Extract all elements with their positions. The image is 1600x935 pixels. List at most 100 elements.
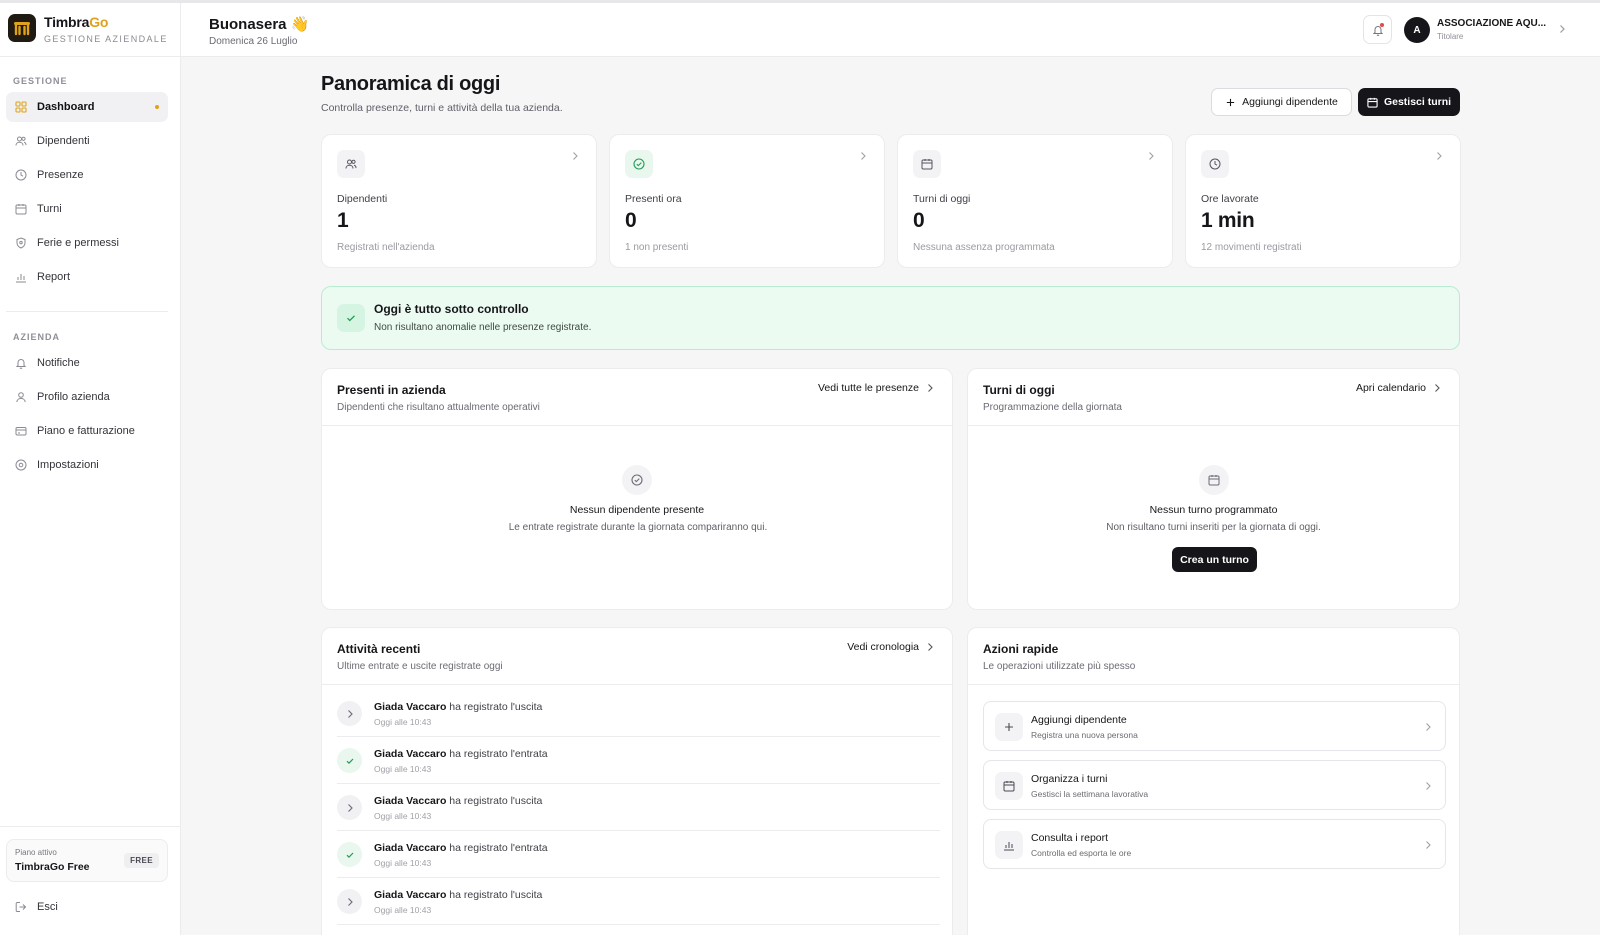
stat-value: 0 bbox=[625, 209, 637, 232]
empty-subtitle: Non risultano turni inseriti per la gior… bbox=[1106, 522, 1321, 533]
activity-time: Oggi alle 10:43 bbox=[374, 858, 432, 868]
brand-subtitle: GESTIONE AZIENDALE bbox=[44, 34, 168, 44]
empty-title: Nessun turno programmato bbox=[1149, 504, 1278, 516]
chevron-right-icon bbox=[337, 889, 362, 914]
notifications-button[interactable] bbox=[1363, 15, 1392, 44]
link-label: Vedi tutte le presenze bbox=[818, 382, 919, 394]
chevron-right-icon bbox=[861, 152, 866, 160]
add-employee-button[interactable]: Aggiungi dipendente bbox=[1211, 88, 1352, 116]
stat-card-turni[interactable]: Turni di oggi 0 Nessuna assenza programm… bbox=[897, 134, 1173, 268]
sidebar-item-report[interactable]: Report bbox=[6, 262, 168, 292]
sidebar-item-dipendenti[interactable]: Dipendenti bbox=[6, 126, 168, 156]
sidebar-item-label: Dipendenti bbox=[37, 135, 90, 147]
sidebar: TimbraGo GESTIONE AZIENDALE GESTIONE Das… bbox=[0, 3, 181, 935]
plus-icon bbox=[995, 713, 1023, 741]
logo bbox=[8, 14, 36, 42]
nav-section-azienda: AZIENDA bbox=[13, 332, 60, 342]
chevron-right-icon[interactable] bbox=[1556, 23, 1568, 35]
check-circle-icon bbox=[625, 150, 653, 178]
chevron-right-icon bbox=[928, 384, 933, 392]
active-dot bbox=[155, 105, 159, 109]
stat-sub: 12 movimenti registrati bbox=[1201, 242, 1302, 253]
greeting: Buonasera 👋 bbox=[209, 16, 310, 33]
page-subtitle: Controlla presenze, turni e attività del… bbox=[321, 102, 563, 114]
activity-time: Oggi alle 10:43 bbox=[374, 811, 432, 821]
empty-subtitle: Le entrate registrate durante la giornat… bbox=[508, 522, 768, 533]
activity-row: Giada Vaccaro ha registrato l'uscita Ogg… bbox=[337, 785, 940, 831]
top-header: Buonasera 👋 Domenica 26 Luglio A ASSOCIA… bbox=[181, 3, 1600, 57]
chevron-right-icon bbox=[573, 152, 578, 160]
chevron-right-icon bbox=[1426, 723, 1431, 731]
quick-action-reports[interactable]: Consulta i report Controlla ed esporta l… bbox=[983, 819, 1446, 869]
see-history-link[interactable]: Vedi cronologia bbox=[847, 641, 935, 653]
calendar-icon bbox=[995, 772, 1023, 800]
activity-time: Oggi alle 10:43 bbox=[374, 764, 432, 774]
users-icon bbox=[15, 135, 27, 147]
panel-title: Presenti in azienda bbox=[337, 383, 446, 397]
manage-shifts-label: Gestisci turni bbox=[1383, 96, 1452, 108]
panel-title: Azioni rapide bbox=[983, 642, 1059, 656]
quick-actions-panel: Azioni rapide Le operazioni utilizzate p… bbox=[967, 627, 1460, 935]
check-icon bbox=[337, 842, 362, 867]
sidebar-item-impostazioni[interactable]: Impostazioni bbox=[6, 450, 168, 480]
sidebar-item-piano[interactable]: Piano e fatturazione bbox=[6, 416, 168, 446]
sidebar-item-label: Report bbox=[37, 271, 71, 283]
activity-text: Giada Vaccaro ha registrato l'entrata bbox=[374, 842, 548, 854]
stat-value: 1 min bbox=[1201, 209, 1255, 232]
plan-card[interactable]: Piano attivo TimbraGo Free FREE bbox=[6, 839, 168, 882]
quick-action-title: Organizza i turni bbox=[1031, 773, 1108, 785]
activity-text: Giada Vaccaro ha registrato l'uscita bbox=[374, 889, 543, 901]
stat-label: Presenti ora bbox=[625, 193, 682, 205]
banner-title: Oggi è tutto sotto controllo bbox=[374, 302, 529, 316]
logout-button[interactable]: Esci bbox=[15, 901, 58, 913]
quick-action-add-employee[interactable]: Aggiungi dipendente Registra una nuova p… bbox=[983, 701, 1446, 751]
stat-card-ore[interactable]: Ore lavorate 1 min 12 movimenti registra… bbox=[1185, 134, 1461, 268]
activity-row: Giada Vaccaro ha registrato l'entrata Og… bbox=[337, 738, 940, 784]
sidebar-item-label: Profilo azienda bbox=[37, 391, 110, 403]
create-shift-button[interactable]: Crea un turno bbox=[1172, 547, 1257, 572]
status-banner: Oggi è tutto sotto controllo Non risulta… bbox=[321, 286, 1460, 350]
stat-sub: Nessuna assenza programmata bbox=[913, 242, 1055, 253]
manage-shifts-button[interactable]: Gestisci turni bbox=[1358, 88, 1460, 116]
credit-card-icon bbox=[15, 425, 27, 437]
quick-action-title: Consulta i report bbox=[1031, 832, 1109, 844]
activity-row: Giada Vaccaro ha registrato l'uscita Ogg… bbox=[337, 879, 940, 925]
org-name[interactable]: ASSOCIAZIONE AQU... bbox=[1437, 18, 1546, 29]
bar-chart-icon bbox=[15, 271, 27, 283]
sidebar-item-dashboard[interactable]: Dashboard bbox=[6, 92, 168, 122]
users-icon bbox=[337, 150, 365, 178]
stat-card-dipendenti[interactable]: Dipendenti 1 Registrati nell'azienda bbox=[321, 134, 597, 268]
avatar[interactable]: A bbox=[1404, 17, 1430, 43]
open-calendar-link[interactable]: Apri calendario bbox=[1356, 382, 1442, 394]
clock-icon bbox=[1201, 150, 1229, 178]
see-all-presences-link[interactable]: Vedi tutte le presenze bbox=[818, 382, 935, 394]
shield-icon bbox=[15, 237, 27, 249]
sidebar-item-profilo-azienda[interactable]: Profilo azienda bbox=[6, 382, 168, 412]
activity-time: Oggi alle 10:43 bbox=[374, 717, 432, 727]
activity-text: Giada Vaccaro ha registrato l'uscita bbox=[374, 701, 543, 713]
sidebar-item-ferie[interactable]: Ferie e permessi bbox=[6, 228, 168, 258]
sidebar-item-label: Ferie e permessi bbox=[37, 237, 119, 249]
stat-label: Dipendenti bbox=[337, 193, 388, 205]
brand: TimbraGo GESTIONE AZIENDALE bbox=[0, 3, 180, 57]
activity-row: Giada Vaccaro ha registrato l'entrata Og… bbox=[337, 832, 940, 878]
bar-chart-icon bbox=[995, 831, 1023, 859]
sidebar-item-notifiche[interactable]: Notifiche bbox=[6, 348, 168, 378]
nav-divider bbox=[6, 311, 168, 312]
panel-subtitle: Ultime entrate e uscite registrate oggi bbox=[337, 661, 503, 672]
present-panel: Presenti in azienda Dipendenti che risul… bbox=[321, 368, 953, 610]
check-icon bbox=[337, 748, 362, 773]
sidebar-item-label: Presenze bbox=[37, 169, 84, 181]
current-date: Domenica 26 Luglio bbox=[209, 36, 298, 47]
notification-dot bbox=[1380, 23, 1384, 27]
stat-card-presenti[interactable]: Presenti ora 0 1 non presenti bbox=[609, 134, 885, 268]
sidebar-item-turni[interactable]: Turni bbox=[6, 194, 168, 224]
chevron-right-icon bbox=[337, 701, 362, 726]
gear-icon bbox=[15, 459, 27, 471]
calendar-icon bbox=[913, 150, 941, 178]
stat-label: Turni di oggi bbox=[913, 193, 971, 205]
empty-title: Nessun dipendente presente bbox=[569, 504, 705, 516]
quick-action-subtitle: Controlla ed esporta le ore bbox=[1031, 848, 1132, 858]
sidebar-item-presenze[interactable]: Presenze bbox=[6, 160, 168, 190]
quick-action-organize-shifts[interactable]: Organizza i turni Gestisci la settimana … bbox=[983, 760, 1446, 810]
